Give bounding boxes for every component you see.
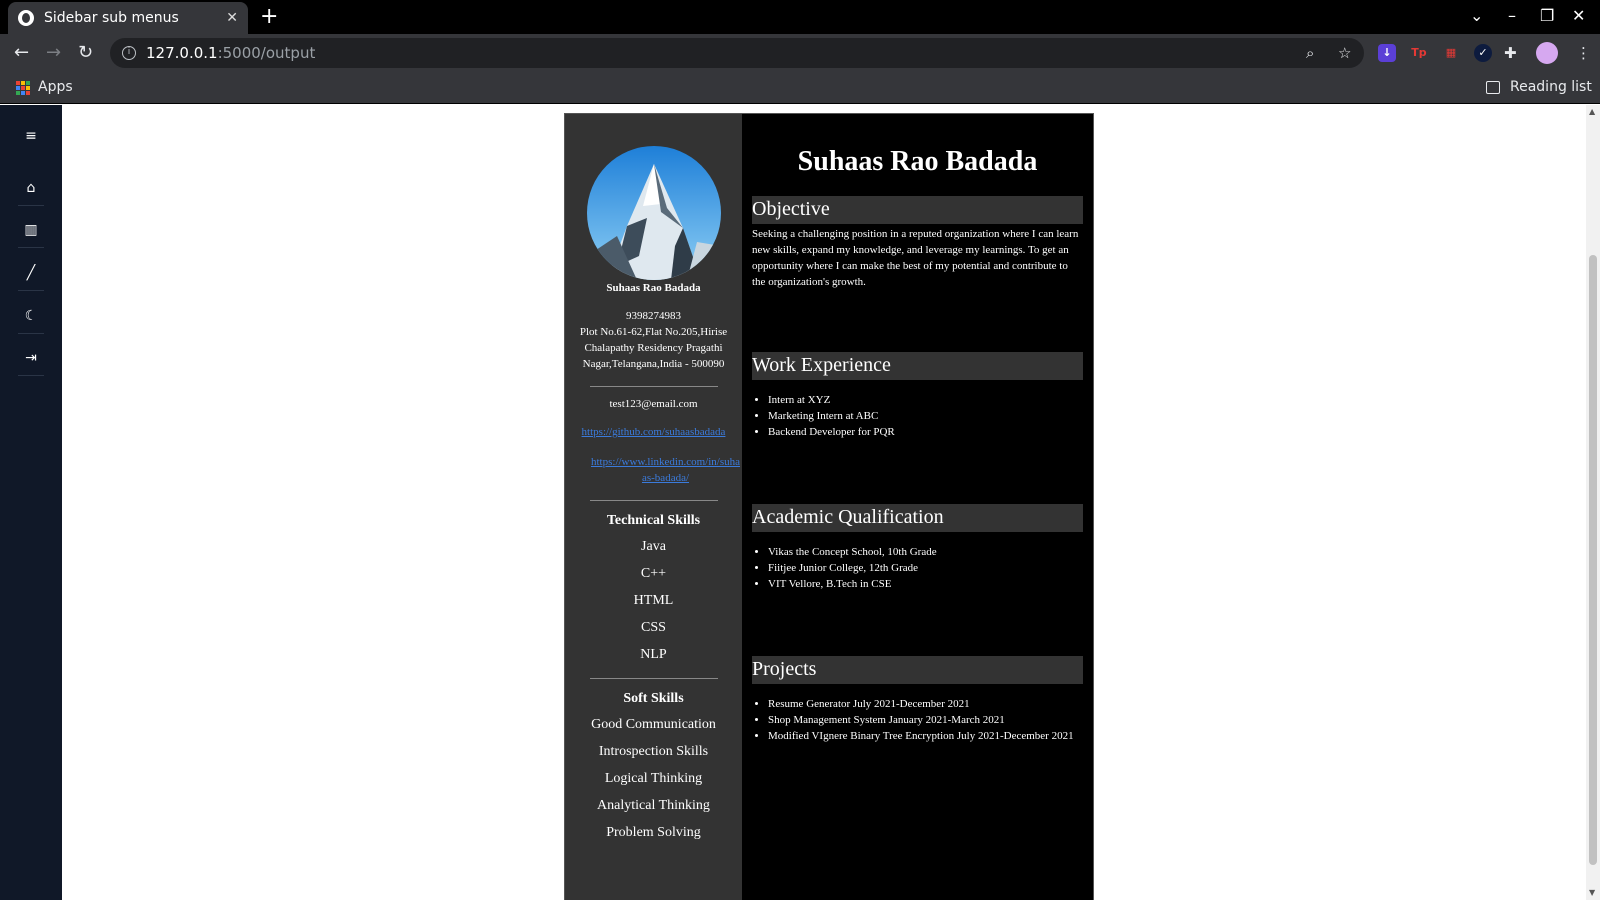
soft-skills-list: Good Communication Introspection Skills …: [565, 716, 742, 842]
sidebar-divider: [18, 375, 44, 376]
technical-skills-title: Technical Skills: [606, 513, 701, 528]
projects-list: Resume Generator July 2021-December 2021…: [752, 696, 1083, 744]
objective-text: Seeking a challenging position in a repu…: [752, 228, 1079, 288]
tp-extension-icon[interactable]: Tp: [1410, 44, 1428, 62]
skill-item: HTML: [633, 593, 674, 608]
email: test123@email.com: [609, 398, 698, 410]
address: Plot No.61-62,Flat No.205,Hirise Chalapa…: [579, 326, 728, 370]
divider: [589, 386, 718, 387]
github-link[interactable]: https://github.com/suhaasbadada: [565, 424, 742, 440]
sidebar-divider: [18, 333, 44, 334]
back-icon[interactable]: ←: [14, 42, 29, 63]
sidebar: ≡ ⌂ ▥ ╱ ☾ ⇥: [0, 105, 62, 900]
scroll-thumb[interactable]: [1589, 255, 1597, 865]
reload-icon[interactable]: ↻: [78, 42, 93, 63]
skill-item: Good Communication: [591, 717, 716, 732]
url-host: 127.0.0.1: [146, 44, 218, 62]
close-tab-icon[interactable]: ✕: [226, 10, 238, 26]
academic-header: Academic Qualification: [752, 504, 1083, 532]
resume-name-heading: Suhaas Rao Badada: [797, 146, 1038, 177]
sidebar-divider: [18, 290, 44, 291]
page-scrollbar[interactable]: ▲ ▼: [1586, 105, 1600, 900]
restore-icon[interactable]: ❐: [1540, 6, 1554, 25]
home-icon[interactable]: ⌂: [18, 175, 44, 201]
divider: [589, 500, 718, 501]
new-tab-button[interactable]: +: [260, 4, 278, 30]
objective-header: Objective: [752, 196, 1083, 224]
page-viewport: ≡ ⌂ ▥ ╱ ☾ ⇥ Suhaas Rao Badada 9398274983…: [0, 105, 1600, 900]
work-experience-list: Intern at XYZ Marketing Intern at ABC Ba…: [752, 392, 1083, 440]
pen-icon[interactable]: ╱: [18, 260, 44, 286]
download-extension-icon[interactable]: ↓: [1378, 44, 1396, 62]
list-item: Intern at XYZ: [768, 392, 1083, 408]
bookmark-star-icon[interactable]: ☆: [1338, 44, 1351, 62]
tab-title: Sidebar sub menus: [44, 10, 179, 26]
divider: [589, 678, 718, 679]
reading-list-button[interactable]: Reading list: [1510, 79, 1592, 95]
shield-extension-icon[interactable]: ✓: [1474, 44, 1492, 62]
profile-avatar[interactable]: [1536, 42, 1558, 64]
skill-item: Logical Thinking: [604, 771, 703, 786]
skill-item: C++: [640, 566, 667, 581]
phone-number: 9398274983: [626, 310, 681, 322]
apps-bookmark[interactable]: Apps: [38, 79, 73, 95]
library-icon[interactable]: ▥: [18, 217, 44, 243]
calendar-extension-icon[interactable]: ▦: [1442, 44, 1460, 62]
browser-menu-icon[interactable]: ⋮: [1576, 44, 1591, 62]
reading-list-icon[interactable]: [1486, 81, 1500, 94]
globe-icon: [18, 10, 34, 26]
address-bar[interactable]: i 127.0.0.1:5000/output: [110, 38, 1364, 68]
scroll-up-icon[interactable]: ▲: [1589, 107, 1595, 116]
list-item: Fiitjee Junior College, 12th Grade: [768, 560, 1083, 576]
linkedin-link[interactable]: https://www.linkedin.com/in/suhaas-badad…: [565, 454, 742, 486]
logout-icon[interactable]: ⇥: [18, 345, 44, 371]
tab-search-icon[interactable]: ⌄: [1470, 6, 1483, 25]
list-item: Vikas the Concept School, 10th Grade: [768, 544, 1083, 560]
left-name: Suhaas Rao Badada: [606, 282, 701, 294]
sidebar-divider: [18, 247, 44, 248]
list-item: Shop Management System January 2021-Marc…: [768, 712, 1083, 728]
list-item: Modified VIgnere Binary Tree Encryption …: [768, 728, 1083, 744]
browser-toolbar: ← → ↻ i 127.0.0.1:5000/output ⌕ ☆ ↓ Tp ▦…: [0, 34, 1600, 72]
skill-item: Analytical Thinking: [597, 798, 710, 813]
sidebar-divider: [18, 205, 44, 206]
scroll-down-icon[interactable]: ▼: [1589, 888, 1595, 897]
technical-skills-list: Java C++ HTML CSS NLP: [565, 538, 742, 664]
skill-item: Introspection Skills: [598, 744, 709, 759]
skill-item: CSS: [641, 620, 666, 635]
browser-tab[interactable]: Sidebar sub menus ✕: [8, 2, 248, 34]
forward-icon[interactable]: →: [46, 42, 61, 63]
menu-icon[interactable]: ≡: [18, 123, 44, 149]
skill-item: NLP: [640, 647, 667, 662]
work-experience-header: Work Experience: [752, 352, 1083, 380]
browser-tab-bar: Sidebar sub menus ✕ + ⌄ – ❐ ✕: [0, 0, 1600, 34]
list-item: Marketing Intern at ABC: [768, 408, 1083, 424]
resume-right-column: Suhaas Rao Badada Objective Seeking a ch…: [742, 114, 1093, 900]
list-item: Backend Developer for PQR: [768, 424, 1083, 440]
zoom-icon[interactable]: ⌕: [1306, 44, 1314, 62]
profile-photo: [586, 146, 721, 280]
skill-item: Problem Solving: [606, 825, 701, 840]
site-info-icon[interactable]: i: [122, 46, 136, 60]
moon-icon[interactable]: ☾: [18, 303, 44, 329]
extensions-puzzle-icon[interactable]: ✚: [1504, 44, 1517, 62]
bookmarks-bar: Apps Reading list: [0, 72, 1600, 104]
close-window-icon[interactable]: ✕: [1572, 6, 1585, 25]
url-path: :5000/output: [217, 44, 316, 62]
academic-list: Vikas the Concept School, 10th Grade Fii…: [752, 544, 1083, 592]
soft-skills-title: Soft Skills: [623, 691, 684, 706]
projects-header: Projects: [752, 656, 1083, 684]
apps-grid-icon[interactable]: [16, 81, 30, 95]
resume-card: Suhaas Rao Badada 9398274983 Plot No.61-…: [564, 113, 1094, 900]
list-item: VIT Vellore, B.Tech in CSE: [768, 576, 1083, 592]
minimize-icon[interactable]: –: [1508, 6, 1516, 25]
resume-left-column: Suhaas Rao Badada 9398274983 Plot No.61-…: [565, 114, 742, 900]
skill-item: Java: [641, 539, 666, 554]
list-item: Resume Generator July 2021-December 2021: [768, 696, 1083, 712]
